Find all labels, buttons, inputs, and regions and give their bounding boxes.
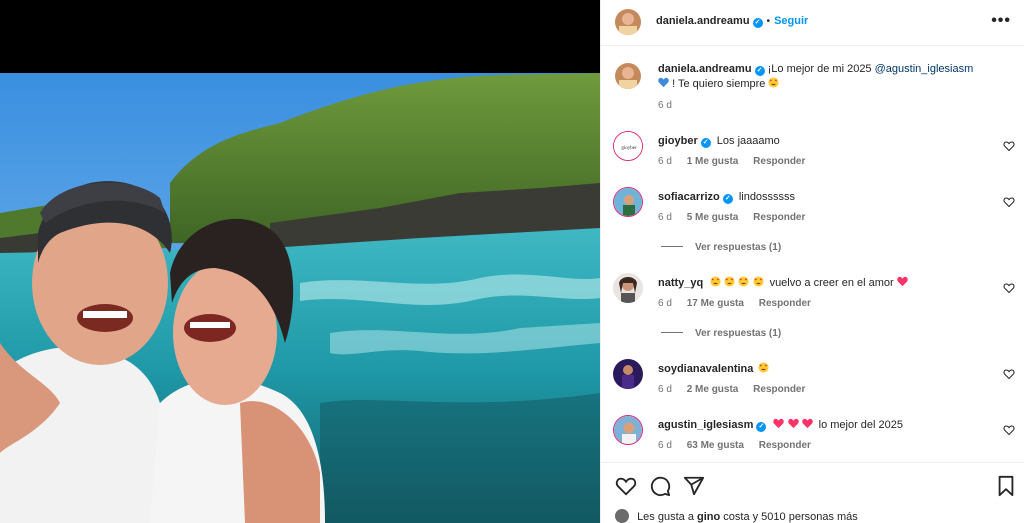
comment-username[interactable]: natty_yq (658, 277, 703, 289)
pink-heart-icon (897, 276, 908, 287)
blue-heart-icon (658, 77, 669, 88)
follow-button[interactable]: Seguir (774, 15, 808, 27)
heart-eyes-emoji-icon (758, 362, 769, 373)
share-icon[interactable] (683, 475, 705, 497)
comment-text: vuelvo a creer en el amor (769, 277, 894, 289)
separator-dot: • (766, 16, 771, 27)
comment-time: 6 d (658, 440, 672, 451)
heart-icon[interactable] (1003, 424, 1015, 436)
comment-likes[interactable]: 2 Me gusta (687, 384, 739, 395)
reply-button[interactable]: Responder (753, 212, 805, 223)
caption: daniela.andreamu ✓ ¡Lo mejor de mi 2025 @… (601, 62, 1024, 114)
comment-text: Los jaaaamo (716, 135, 780, 147)
post-photo[interactable] (0, 73, 600, 523)
verified-icon: ✓ (722, 194, 733, 204)
author-avatar[interactable] (615, 9, 641, 35)
heart-eyes-emoji-row (710, 276, 766, 289)
heart-eyes-emoji-icon (724, 276, 735, 287)
caption-text-start: ¡Lo mejor de mi 2025 (767, 63, 872, 75)
heart-icon[interactable] (615, 475, 637, 497)
verified-icon: ✓ (752, 18, 763, 28)
comment-time: 6 d (658, 298, 672, 309)
liked-by-user[interactable]: gino (697, 511, 720, 523)
hearts-emoji-row (773, 418, 815, 431)
post-header: daniela.andreamu ✓ • Seguir ••• (601, 0, 1024, 46)
comment-item: soydianavalentina 6 d 2 Me gusta Respond… (601, 359, 1024, 399)
comment-item: gioyber gioyber ✓ Los jaaaamo 6 d 1 Me gu… (601, 131, 1024, 171)
comment-time: 6 d (658, 156, 672, 167)
post-media (0, 0, 600, 523)
heart-eyes-emoji-icon (752, 276, 764, 287)
caption-mention[interactable]: @agustin_iglesiasm (875, 63, 974, 75)
comment-username[interactable]: agustin_iglesiasm (658, 419, 753, 431)
commenter-avatar[interactable] (613, 359, 643, 389)
heart-icon[interactable] (1003, 196, 1015, 208)
view-replies-button[interactable]: Ver respuestas (1) (661, 328, 781, 339)
comment-likes[interactable]: 17 Me gusta (687, 298, 744, 309)
reply-button[interactable]: Responder (759, 298, 811, 309)
selfie-image (0, 73, 600, 523)
comment-username[interactable]: sofiacarrizo (658, 191, 720, 203)
heart-icon[interactable] (1003, 140, 1015, 152)
verified-icon: ✓ (700, 138, 711, 148)
comment-text: lindossssss (738, 191, 796, 203)
heart-eyes-emoji-icon (738, 276, 749, 287)
caption-time: 6 d (658, 100, 672, 111)
comment-username[interactable]: gioyber (658, 135, 698, 147)
replies-divider (661, 332, 683, 333)
liked-by-avatar (615, 509, 629, 523)
view-replies-label: Ver respuestas (1) (695, 242, 782, 253)
view-replies-label: Ver respuestas (1) (695, 328, 782, 339)
comment-likes[interactable]: 1 Me gusta (687, 156, 739, 167)
comment-item: sofiacarrizo ✓ lindossssss 6 d 5 Me gusta… (601, 187, 1024, 257)
view-replies-button[interactable]: Ver respuestas (1) (661, 242, 781, 253)
heart-icon[interactable] (1003, 368, 1015, 380)
commenter-avatar[interactable]: gioyber (613, 131, 643, 161)
author-username[interactable]: daniela.andreamu (656, 15, 750, 27)
pink-heart-icon (773, 418, 785, 429)
caption-username[interactable]: daniela.andreamu (658, 63, 752, 75)
reply-button[interactable]: Responder (753, 156, 805, 167)
commenter-avatar[interactable] (613, 415, 643, 445)
reply-button[interactable]: Responder (753, 384, 805, 395)
commenter-avatar[interactable] (613, 273, 643, 303)
comment-time: 6 d (658, 212, 672, 223)
pink-heart-icon (801, 418, 813, 429)
heart-eyes-emoji-icon (768, 77, 780, 88)
comment-text: lo mejor del 2025 (818, 419, 904, 431)
ellipsis-icon[interactable]: ••• (991, 12, 1011, 30)
comment-username[interactable]: soydianavalentina (658, 363, 753, 375)
commenter-avatar[interactable] (613, 187, 643, 217)
verified-icon: ✓ (754, 66, 765, 76)
bookmark-icon[interactable] (995, 475, 1017, 497)
comment-item: natty_yq vuelvo a creer en el amor 6 d 1… (601, 273, 1024, 343)
reply-button[interactable]: Responder (759, 440, 811, 451)
comment-likes[interactable]: 5 Me gusta (687, 212, 739, 223)
comments-panel: daniela.andreamu ✓ • Seguir ••• daniela.and… (600, 0, 1024, 523)
replies-divider (661, 246, 683, 247)
pink-heart-icon (787, 418, 799, 429)
verified-icon: ✓ (756, 422, 767, 432)
liked-by-suffix[interactable]: costa y 5010 personas más (723, 511, 858, 523)
comment-item: agustin_iglesiasm ✓ lo mejor del 2025 6 d… (601, 415, 1024, 455)
liked-by-prefix: Les gusta a (637, 511, 694, 523)
comment-icon[interactable] (649, 475, 671, 497)
caption-text-end: ! Te quiero siempre (672, 78, 766, 90)
action-bar (601, 462, 1024, 508)
caption-avatar[interactable] (615, 63, 641, 89)
svg-text:gioyber: gioyber (621, 146, 637, 151)
comment-time: 6 d (658, 384, 672, 395)
comment-likes[interactable]: 63 Me gusta (687, 440, 744, 451)
liked-by-row: Les gusta a gino costa y 5010 personas m… (615, 509, 858, 523)
heart-icon[interactable] (1003, 282, 1015, 294)
heart-eyes-emoji-icon (710, 276, 721, 287)
